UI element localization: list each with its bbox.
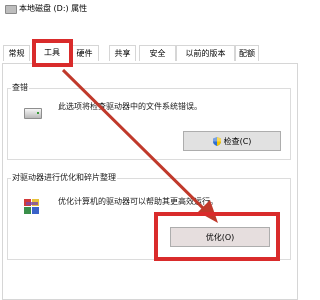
title-bar: 本地磁盘 (D:) 属性 (0, 0, 300, 18)
tab-hardware[interactable]: 硬件 (70, 45, 99, 61)
defrag-icon (24, 199, 39, 214)
tab-tools[interactable]: 工具 (33, 41, 71, 64)
tab-sharing[interactable]: 共享 (109, 45, 136, 61)
tab-quota[interactable]: 配额 (235, 45, 259, 61)
check-button[interactable]: 检查(C) (183, 131, 281, 151)
window-title: 本地磁盘 (D:) 属性 (19, 4, 88, 13)
check-button-label: 检查(C) (223, 136, 252, 146)
tab-security[interactable]: 安全 (139, 45, 176, 61)
optimize-title: 对驱动器进行优化和碎片整理 (11, 172, 117, 183)
drive-icon (5, 5, 17, 14)
error-check-description: 此选项将检查驱动器中的文件系统错误。 (58, 102, 202, 111)
error-check-title: 查错 (11, 82, 29, 93)
tab-previous-versions[interactable]: 以前的版本 (176, 45, 235, 61)
optimize-description: 优化计算机的驱动器可以帮助其更高效运行。 (58, 197, 218, 206)
optimize-group (7, 178, 291, 260)
hard-drive-icon (24, 108, 42, 119)
tab-general[interactable]: 常规 (3, 45, 30, 61)
optimize-button-label: 优化(O) (205, 232, 235, 242)
optimize-button[interactable]: 优化(O) (170, 227, 270, 247)
uac-shield-icon (212, 136, 221, 146)
